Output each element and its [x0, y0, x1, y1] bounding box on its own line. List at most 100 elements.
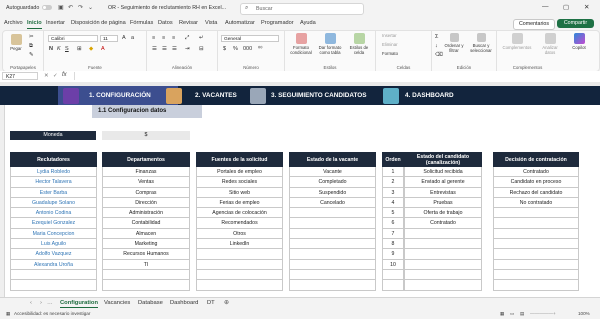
tab-disposicion[interactable]: Disposición de página	[71, 20, 126, 26]
close-button[interactable]: ✕	[584, 3, 589, 11]
table-cell[interactable]: Contabilidad	[102, 218, 190, 229]
page-break-icon[interactable]: ▤	[520, 311, 524, 317]
bold-icon[interactable]: N	[49, 46, 53, 52]
autosum-icon[interactable]: Σ	[435, 34, 438, 40]
table-cell[interactable]	[493, 218, 579, 229]
subtab-configuracion-datos[interactable]: 1.1 Configuracion datos	[92, 105, 202, 118]
underline-icon[interactable]: S	[65, 46, 69, 52]
table-cell[interactable]	[404, 228, 482, 240]
name-box[interactable]: K27	[2, 72, 38, 80]
percent-icon[interactable]: %	[233, 46, 238, 52]
format-painter-icon[interactable]: ✎	[29, 52, 34, 58]
nav-dashboard[interactable]: 4. DASHBOARD	[405, 92, 454, 99]
table-cell[interactable]: Solicitud recibida	[404, 167, 482, 178]
table-cell[interactable]: 2	[382, 177, 404, 188]
table-cell[interactable]	[102, 269, 190, 281]
increase-font-icon[interactable]: A	[122, 35, 126, 41]
sheet-tab-database[interactable]: Database	[138, 300, 163, 306]
tab-revisar[interactable]: Revisar	[179, 20, 198, 26]
table-cell[interactable]	[493, 269, 579, 281]
delete-cells-button[interactable]: Eliminar	[382, 42, 398, 47]
table-cell[interactable]: 4	[382, 197, 404, 209]
zoom-level[interactable]: 100%	[578, 311, 590, 316]
autosave-toggle[interactable]	[42, 5, 52, 10]
align-middle-icon[interactable]: ≡	[162, 35, 165, 41]
sheet-tab-configuration[interactable]: Configuration	[60, 300, 98, 308]
table-cell[interactable]: Dirección	[102, 197, 190, 209]
table-cell[interactable]: No contratado	[493, 197, 579, 209]
table-cell[interactable]	[289, 239, 376, 250]
table-cell[interactable]: 1	[382, 167, 404, 178]
customize-qa-icon[interactable]: ⌄	[88, 4, 93, 11]
table-cell[interactable]	[289, 218, 376, 229]
tab-inicio[interactable]: Inicio	[27, 20, 42, 29]
font-color-icon[interactable]: A	[101, 46, 105, 52]
table-cell[interactable]	[289, 269, 376, 281]
sheet-tab-vacancies[interactable]: Vacancies	[104, 300, 130, 306]
more-sheets-icon[interactable]: …	[47, 300, 53, 306]
zoom-slider[interactable]: —————+	[530, 311, 556, 316]
table-cell[interactable]	[493, 239, 579, 250]
tab-ayuda[interactable]: Ayuda	[300, 20, 316, 26]
tab-programador[interactable]: Programador	[261, 20, 294, 26]
tab-archivo[interactable]: Archivo	[4, 20, 23, 26]
table-cell[interactable]	[404, 280, 482, 291]
number-format-select[interactable]: General	[221, 35, 279, 42]
table-cell[interactable]	[10, 280, 97, 291]
tab-datos[interactable]: Datos	[158, 20, 173, 26]
table-cell[interactable]: Rechazo del candidato	[493, 187, 579, 198]
fill-icon[interactable]: ↓	[435, 43, 438, 49]
align-top-icon[interactable]: ≡	[152, 35, 155, 41]
table-cell[interactable]: Maria Concepcion	[10, 228, 97, 240]
comma-icon[interactable]: 000	[243, 46, 252, 52]
table-cell[interactable]: Recomendados	[196, 218, 283, 229]
table-cell[interactable]	[196, 269, 283, 281]
table-cell[interactable]: Pruebas	[404, 197, 482, 209]
accessibility-status[interactable]: Accesibilidad: es necesario investigar	[14, 311, 90, 316]
format-cells-button[interactable]: Formato	[382, 51, 398, 56]
table-cell[interactable]	[196, 259, 283, 270]
conditional-format-button[interactable]: Formato condicional	[287, 33, 315, 55]
table-cell[interactable]	[493, 249, 579, 260]
formula-input[interactable]	[74, 72, 597, 80]
table-cell[interactable]: Ferias de empleo	[196, 197, 283, 209]
table-cell[interactable]: Contratado	[404, 218, 482, 229]
table-cell[interactable]	[289, 280, 376, 291]
table-cell[interactable]	[102, 280, 190, 291]
table-cell[interactable]	[382, 280, 404, 291]
find-select-button[interactable]: Buscar y seleccionar	[468, 33, 494, 53]
tab-insertar[interactable]: Insertar	[46, 20, 65, 26]
moneda-value[interactable]: $	[102, 131, 190, 140]
page-layout-icon[interactable]: ▭	[510, 311, 514, 317]
table-cell[interactable]: Completado	[289, 177, 376, 188]
tab-formulas[interactable]: Fórmulas	[130, 20, 153, 26]
table-cell[interactable]	[10, 269, 97, 281]
increase-decimal-icon[interactable]: ⁰⁰	[258, 46, 262, 52]
prev-sheet-icon[interactable]: ‹	[30, 300, 32, 306]
table-cell[interactable]: Ezequiel Gonzalez	[10, 218, 97, 229]
table-cell[interactable]: Entrevistas	[404, 187, 482, 198]
align-right-icon[interactable]: ☰	[172, 46, 177, 52]
share-button[interactable]: Compartir	[557, 19, 594, 28]
align-bottom-icon[interactable]: ≡	[172, 35, 175, 41]
fx-icon[interactable]: fx	[62, 72, 67, 78]
table-cell[interactable]	[382, 269, 404, 281]
nav-seguimiento[interactable]: 3. SEGUIMIENTO CANDIDATOS	[271, 92, 367, 99]
addins-button[interactable]: Complementos	[499, 33, 535, 50]
table-cell[interactable]: Almacen	[102, 228, 190, 240]
table-cell[interactable]	[404, 249, 482, 260]
wrap-text-icon[interactable]: ↵	[199, 35, 204, 41]
indent-icon[interactable]: ⇥	[185, 46, 190, 52]
decrease-font-icon[interactable]: a	[131, 35, 134, 41]
orientation-icon[interactable]: ⤢	[185, 35, 189, 42]
table-cell[interactable]: Suspendido	[289, 187, 376, 198]
table-cell[interactable]: Hector Talavera	[10, 177, 97, 188]
table-cell[interactable]	[493, 259, 579, 270]
table-cell[interactable]	[196, 249, 283, 260]
table-cell[interactable]	[404, 269, 482, 281]
table-cell[interactable]: Ester Barba	[10, 187, 97, 198]
table-cell[interactable]: Antonio Codina	[10, 208, 97, 219]
copilot-button[interactable]: Copilot	[567, 33, 591, 50]
fill-color-icon[interactable]: ◆	[89, 46, 93, 52]
table-cell[interactable]	[289, 228, 376, 240]
